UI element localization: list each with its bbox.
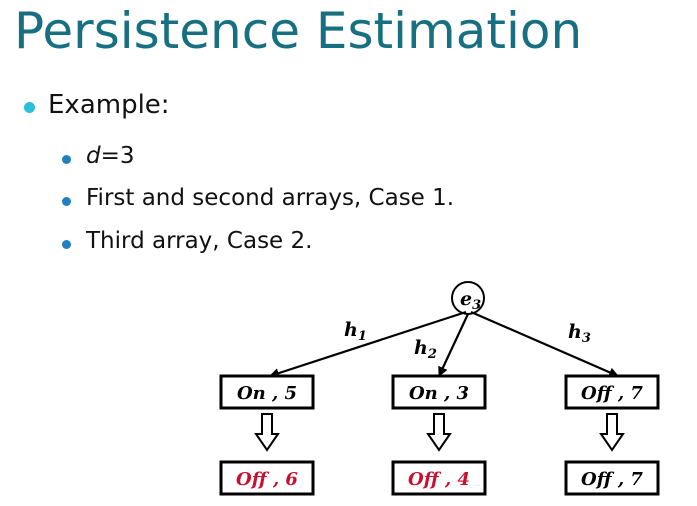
top-box-1: On , 5 [219, 374, 315, 410]
svg-text:Off , 7: Off , 7 [581, 383, 643, 404]
svg-text:Off , 4: Off , 4 [408, 469, 470, 490]
svg-text:On , 5: On , 5 [237, 383, 297, 404]
edge-h3 [470, 310, 619, 378]
bullet-example-text: Example: [48, 90, 170, 120]
down-arrow-1 [254, 413, 280, 452]
bullet-case2-text: Third array, Case 2. [86, 228, 313, 254]
edge-h1 [269, 310, 467, 378]
bottom-box-2: Off , 4 [391, 460, 487, 496]
top-box-2: On , 3 [391, 374, 487, 410]
bottom-box-3: Off , 7 [564, 460, 660, 496]
bottom-box-1: Off , 6 [219, 460, 315, 496]
bullet-example: Example: [24, 90, 170, 120]
down-arrow-3 [599, 413, 625, 452]
d-variable: d [86, 143, 101, 169]
bullet-dot [62, 197, 71, 206]
edge-label-h2: h2 [414, 337, 437, 362]
down-arrow-2 [426, 413, 452, 452]
bullet-case1-text: First and second arrays, Case 1. [86, 185, 455, 211]
edge-label-h3: h3 [568, 321, 591, 346]
svg-text:Off , 6: Off , 6 [236, 469, 298, 490]
bullet-case2: Third array, Case 2. [62, 228, 312, 254]
svg-text:On , 3: On , 3 [409, 383, 469, 404]
hash-diagram-svg: e3 h1 h2 h3 On , 5 On , 3 Off , 7 Off , … [219, 281, 660, 496]
slide-title: Persistence Estimation [14, 2, 583, 60]
bullet-case1: First and second arrays, Case 1. [62, 185, 454, 211]
bullet-dot [62, 240, 71, 249]
d-value: =3 [100, 143, 135, 169]
root-node: e3 [451, 281, 485, 315]
svg-text:Off , 7: Off , 7 [581, 469, 643, 490]
edge-h2 [438, 313, 469, 377]
hash-diagram: e3 h1 h2 h3 On , 5 On , 3 Off , 7 Off , … [208, 272, 688, 502]
edge-label-h1: h1 [344, 319, 367, 344]
bullet-dot [24, 102, 35, 113]
root-subscript: 3 [472, 298, 481, 313]
root-label: e [460, 288, 472, 310]
bullet-dot [62, 155, 71, 164]
top-box-3: Off , 7 [564, 374, 660, 410]
bullet-d: d=3 [62, 143, 135, 169]
